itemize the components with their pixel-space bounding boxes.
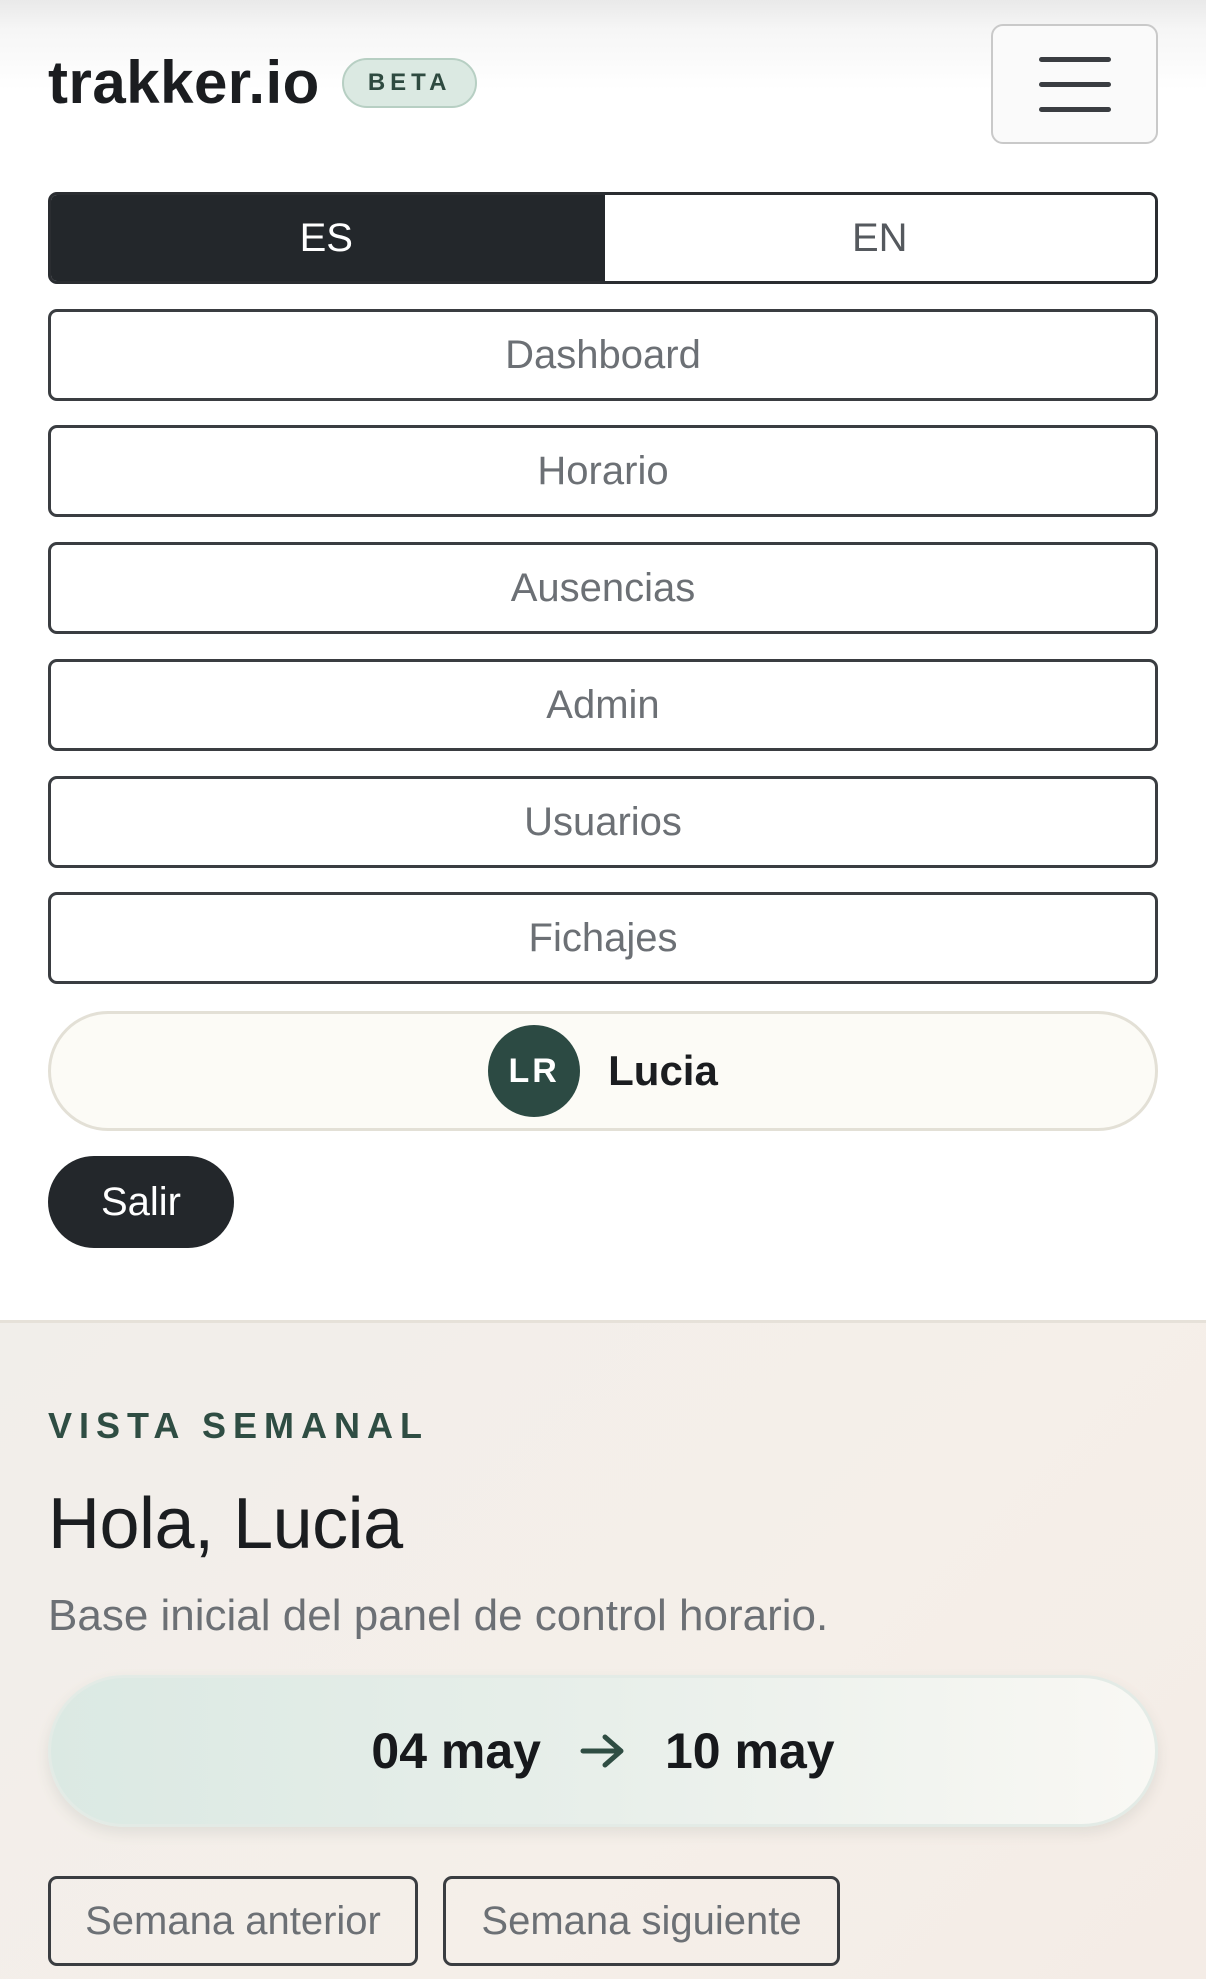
hamburger-menu-icon [1038, 56, 1111, 62]
arrow-right-icon [579, 1731, 627, 1771]
user-name: Lucia [608, 1047, 718, 1094]
menu-toggle-button[interactable] [991, 24, 1158, 144]
nav-usuarios[interactable]: Usuarios [48, 776, 1158, 868]
language-es-button[interactable]: ES [51, 195, 605, 281]
avatar: LR [488, 1025, 581, 1117]
brand-name[interactable]: trakker.io [48, 48, 320, 117]
weekly-view-section: VISTA SEMANAL Hola, Lucia Base inicial d… [0, 1320, 1206, 1979]
beta-badge: BETA [341, 57, 478, 108]
top-navigation: trakker.io BETA ES EN Dashboard Horario … [0, 0, 1206, 1322]
nav-fichajes[interactable]: Fichajes [48, 892, 1158, 984]
user-profile-chip[interactable]: LR Lucia [48, 1011, 1158, 1131]
hamburger-menu-icon-bar [1038, 106, 1111, 112]
logout-button[interactable]: Salir [48, 1156, 234, 1248]
section-eyebrow: VISTA SEMANAL [48, 1405, 430, 1446]
nav-ausencias[interactable]: Ausencias [48, 542, 1158, 634]
next-week-button[interactable]: Semana siguiente [443, 1876, 840, 1966]
week-start-date: 04 may [371, 1723, 541, 1779]
nav-horario[interactable]: Horario [48, 425, 1158, 517]
previous-week-button[interactable]: Semana anterior [48, 1876, 418, 1966]
language-toggle: ES EN [48, 192, 1158, 284]
nav-admin[interactable]: Admin [48, 659, 1158, 751]
language-en-button[interactable]: EN [604, 195, 1155, 281]
nav-dashboard[interactable]: Dashboard [48, 309, 1158, 401]
page-title: Hola, Lucia [48, 1484, 403, 1564]
page-subtitle: Base inicial del panel de control horari… [48, 1591, 829, 1640]
brand[interactable]: trakker.io BETA [48, 48, 478, 117]
week-end-date: 10 may [665, 1723, 835, 1779]
week-range-display: 04 may 10 may [48, 1675, 1158, 1827]
hamburger-menu-icon-bar [1038, 81, 1111, 87]
